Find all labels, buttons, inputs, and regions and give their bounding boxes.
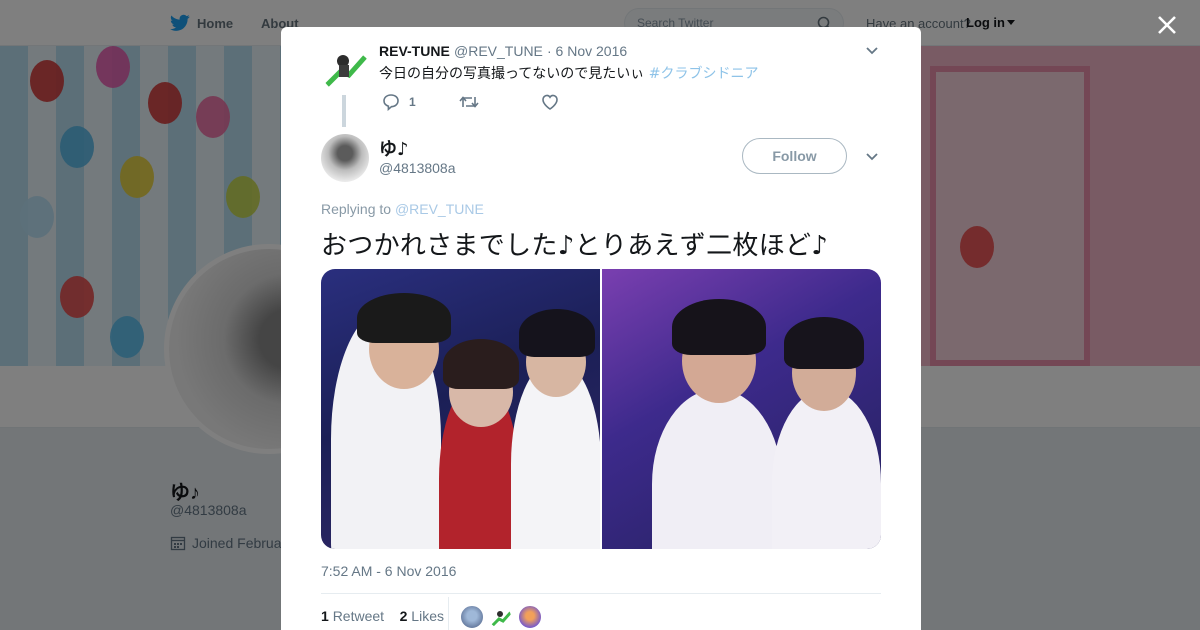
hashtag-link[interactable]: #クラブシドニア bbox=[649, 66, 759, 82]
photo-figure bbox=[772, 389, 881, 549]
liker-avatar[interactable] bbox=[460, 605, 484, 629]
photo-figure bbox=[672, 299, 766, 355]
divider bbox=[448, 597, 449, 630]
replying-to-link[interactable]: @REV_TUNE bbox=[395, 201, 484, 217]
replying-prefix: Replying to bbox=[321, 201, 392, 217]
parent-tweet-date[interactable]: · 6 Nov 2016 bbox=[547, 43, 627, 59]
parent-avatar-image bbox=[321, 45, 369, 93]
chevron-down-icon[interactable] bbox=[865, 45, 879, 57]
photo-figure bbox=[652, 389, 782, 549]
close-icon[interactable] bbox=[1156, 14, 1178, 36]
retweet-label: Retweet bbox=[332, 608, 385, 624]
photo-figure bbox=[443, 339, 519, 389]
author-avatar[interactable] bbox=[321, 134, 369, 182]
heart-icon[interactable] bbox=[541, 93, 559, 111]
replying-to: Replying to @REV_TUNE bbox=[321, 201, 484, 217]
liker-avatar[interactable] bbox=[488, 605, 512, 629]
photo-figure bbox=[784, 317, 864, 369]
retweet-count: 1 bbox=[321, 608, 329, 624]
tweet-text: おつかれさまでした♪とりあえず二枚ほど♪ bbox=[321, 231, 829, 261]
tweet-photo-1[interactable] bbox=[321, 269, 600, 549]
tweet-permalink-modal: REV-TUNE @REV_TUNE · 6 Nov 2016 今日の自分の写真… bbox=[281, 27, 921, 630]
thread-connector bbox=[342, 95, 346, 127]
tweet-photo-2[interactable] bbox=[602, 269, 881, 549]
retweet-stat[interactable]: 1 Retweet bbox=[321, 608, 384, 624]
divider bbox=[321, 593, 881, 594]
follow-button[interactable]: Follow bbox=[742, 138, 847, 174]
photo-figure bbox=[519, 309, 595, 357]
parent-author-handle[interactable]: @REV_TUNE bbox=[454, 43, 543, 59]
tweet-timestamp[interactable]: 7:52 AM - 6 Nov 2016 bbox=[321, 563, 456, 579]
likes-stat[interactable]: 2 Likes bbox=[400, 608, 444, 624]
retweet-icon[interactable] bbox=[459, 93, 479, 111]
tweet-stats: 1 Retweet 2 Likes bbox=[321, 608, 444, 624]
liker-avatar[interactable] bbox=[518, 605, 542, 629]
chevron-down-icon[interactable] bbox=[865, 151, 879, 163]
author-handle[interactable]: @4813808a bbox=[379, 160, 456, 176]
photo-figure bbox=[357, 293, 451, 343]
likes-count: 2 bbox=[399, 608, 408, 624]
likes-label: Likes bbox=[411, 608, 444, 624]
parent-avatar[interactable] bbox=[321, 45, 369, 93]
parent-author-name[interactable]: REV-TUNE bbox=[379, 43, 450, 59]
tweet-media bbox=[321, 269, 881, 549]
reply-count: 1 bbox=[409, 95, 416, 109]
reply-icon[interactable] bbox=[382, 93, 400, 111]
liker-avatar-image bbox=[489, 606, 511, 628]
parent-tweet-text: 今日の自分の写真撮ってないので見たいぃ #クラブシドニア bbox=[379, 63, 759, 83]
parent-tweet-body: 今日の自分の写真撮ってないので見たいぃ bbox=[379, 66, 645, 82]
author-name[interactable]: ゆ♪ bbox=[379, 135, 409, 161]
